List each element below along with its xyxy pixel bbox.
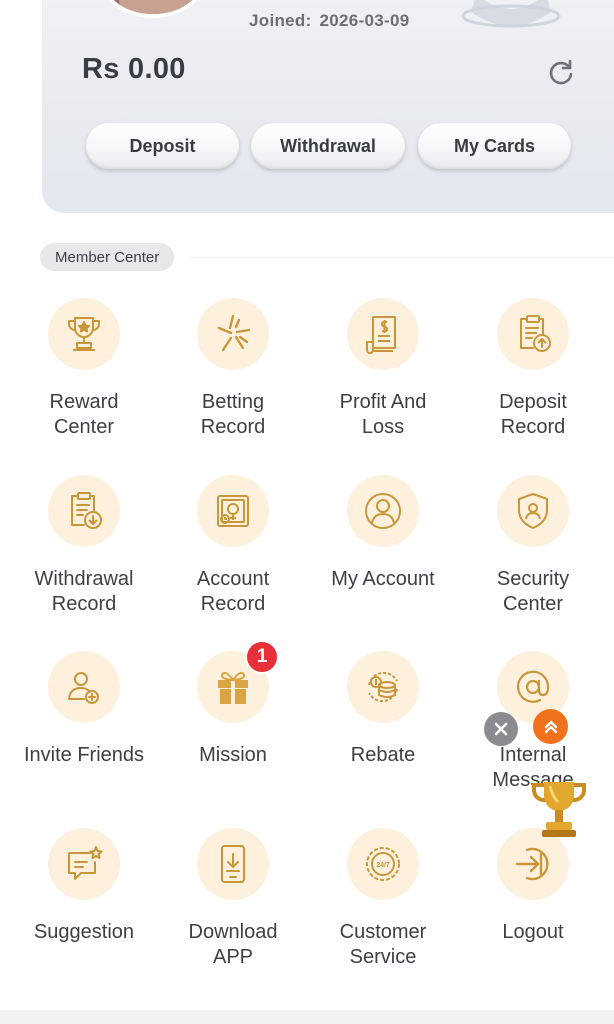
menu-item-suggestion[interactable]: Suggestion — [9, 828, 159, 998]
download-app-icon — [221, 845, 245, 883]
shield-icon — [518, 493, 548, 529]
suggestion-icon — [68, 846, 103, 880]
menu-item-label: Account Record — [196, 568, 270, 615]
bottom-nav-edge — [0, 1010, 614, 1024]
menu-item-betting-record[interactable]: Betting Record — [158, 298, 308, 468]
menu-item-profit-and-loss[interactable]: Profit And Loss — [308, 298, 458, 468]
svg-text:24/7: 24/7 — [376, 862, 390, 869]
user-icon — [365, 493, 401, 529]
menu-item-label: Logout — [502, 921, 564, 943]
menu-item-label: Reward Center — [49, 391, 119, 438]
menu-item-label: Rebate — [350, 744, 416, 766]
menu-item-account-record[interactable]: Account Record — [158, 475, 308, 645]
menu-item-label: My Account — [331, 568, 435, 590]
menu-item-reward-center[interactable]: Reward Center — [9, 298, 159, 468]
menu-item-invite-friends[interactable]: Invite Friends — [9, 651, 159, 821]
mission-notification-badge: 1 — [245, 640, 279, 674]
profit-loss-icon — [366, 316, 396, 354]
member-center-label: Member Center — [40, 243, 175, 271]
menu-item-download-app[interactable]: Download APP — [158, 828, 308, 998]
divider — [190, 257, 614, 258]
menu-item-rebate[interactable]: Rebate — [308, 651, 458, 821]
menu-item-label: Withdrawal Record — [34, 568, 134, 615]
menu-item-customer-service[interactable]: 24/7 Customer Service — [308, 828, 458, 998]
menu-item-label: Deposit Record — [499, 391, 567, 438]
joined-date: 2026-03-09 — [319, 11, 410, 30]
menu-item-security-center[interactable]: Security Center — [458, 475, 608, 645]
balance-amount: Rs 0.00 — [82, 53, 186, 85]
menu-item-my-account[interactable]: My Account — [308, 475, 458, 645]
gift-icon — [218, 671, 248, 704]
withdrawal-button[interactable]: Withdrawal — [251, 123, 405, 169]
menu-item-deposit-record[interactable]: Deposit Record — [458, 298, 608, 468]
betting-record-icon — [217, 314, 251, 352]
withdrawal-record-icon — [71, 492, 102, 529]
menu-item-withdrawal-record[interactable]: Withdrawal Record — [9, 475, 159, 645]
joined-date-text: Joined: 2026-03-09 — [249, 11, 410, 31]
logout-icon — [515, 847, 549, 881]
close-icon — [494, 722, 508, 736]
menu-item-label: Invite Friends — [23, 744, 145, 766]
floating-close-button[interactable] — [484, 712, 518, 746]
menu-item-label: Download APP — [188, 921, 278, 968]
menu-item-label: Mission — [199, 744, 267, 766]
at-sign-icon — [516, 670, 550, 703]
scroll-to-top-button[interactable] — [533, 709, 568, 744]
deposit-button[interactable]: Deposit — [86, 123, 239, 169]
refresh-icon[interactable] — [548, 59, 574, 85]
menu-item-label: Customer Service — [339, 921, 427, 968]
trophy-icon — [68, 317, 100, 351]
coins-icon — [368, 671, 398, 703]
joined-label: Joined: — [249, 11, 312, 30]
invite-friends-icon — [68, 672, 99, 704]
vip-stand-decoration-icon — [461, 0, 561, 28]
menu-item-label: Betting Record — [200, 391, 266, 438]
customer-service-icon: 24/7 — [366, 847, 400, 881]
member-page: Joined: 2026-03-09 Rs 0.00 Deposit Withdr… — [0, 0, 614, 1024]
menu-item-label: Suggestion — [33, 921, 135, 943]
deposit-record-icon — [520, 315, 551, 352]
menu-item-logout[interactable]: Logout — [458, 828, 608, 998]
account-record-icon — [217, 495, 249, 527]
double-chevron-up-icon — [544, 720, 557, 733]
menu-item-label: Profit And Loss — [339, 391, 427, 438]
menu-item-mission[interactable]: Mission — [158, 651, 308, 821]
my-cards-button[interactable]: My Cards — [418, 123, 571, 169]
menu-item-label: Security Center — [496, 568, 570, 615]
floating-trophy-icon[interactable] — [528, 776, 590, 842]
